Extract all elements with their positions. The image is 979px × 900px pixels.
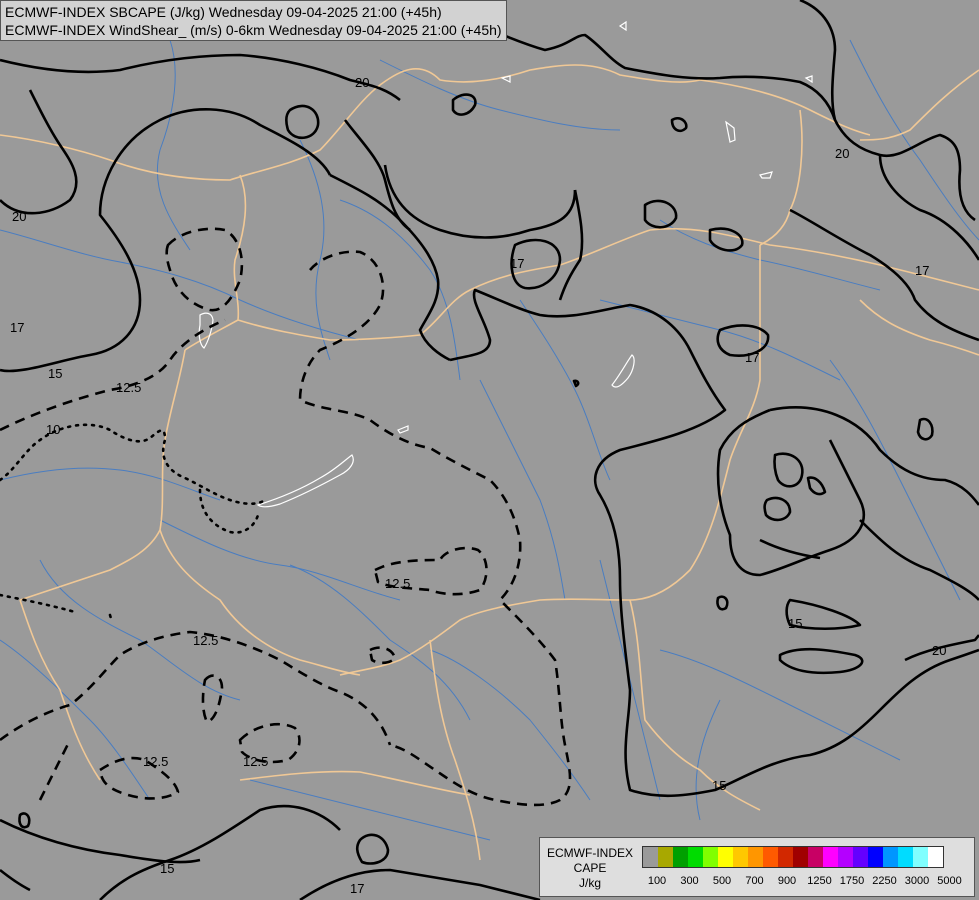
contour-label: 15 — [788, 616, 802, 631]
legend-swatch — [883, 847, 898, 867]
lakes — [198, 20, 813, 508]
contour-label: 12.5 — [385, 576, 410, 591]
legend-tick-label: 2250 — [872, 875, 897, 887]
contour-label: 20 — [355, 75, 369, 90]
legend-swatch — [688, 847, 703, 867]
dashed-contours — [0, 227, 572, 807]
legend-swatch — [838, 847, 853, 867]
lake-small-2 — [611, 354, 635, 388]
legend-swatch — [733, 847, 748, 867]
contour-label: 12.5 — [193, 633, 218, 648]
legend-title-param: CAPE — [573, 861, 607, 875]
contour-label: 12.5 — [143, 754, 168, 769]
legend-color-scale — [642, 846, 944, 868]
legend-swatch — [868, 847, 883, 867]
legend-swatch — [778, 847, 793, 867]
legend-swatch — [763, 847, 778, 867]
contour-labels: 20 20 20 20 17 17 17 17 17 15 15 15 15 1… — [10, 75, 946, 896]
legend-swatch — [898, 847, 913, 867]
legend-swatch — [658, 847, 673, 867]
legend-swatch — [748, 847, 763, 867]
legend-swatch — [853, 847, 868, 867]
contour-label: 15 — [48, 366, 62, 381]
legend-swatch — [928, 847, 943, 867]
legend-tick-label: 500 — [712, 875, 732, 887]
legend-swatch — [643, 847, 658, 867]
legend-swatch — [703, 847, 718, 867]
contour-label: 17 — [10, 320, 24, 335]
legend-title-model: ECMWF-INDEX — [547, 846, 633, 860]
contour-label: 12.5 — [243, 754, 268, 769]
title-windshear: ECMWF-INDEX WindShear_ (m/s) 0-6km Wedne… — [5, 22, 502, 38]
legend-swatch — [823, 847, 838, 867]
title-sbcape: ECMWF-INDEX SBCAPE (J/kg) Wednesday 09-0… — [5, 4, 442, 20]
legend-swatch — [793, 847, 808, 867]
contour-label: 15 — [160, 861, 174, 876]
legend-swatch — [913, 847, 928, 867]
legend-swatch — [718, 847, 733, 867]
legend-tick-label: 1250 — [807, 875, 832, 887]
legend-tick-label: 700 — [745, 875, 764, 887]
legend-tick-label: 300 — [680, 875, 699, 887]
balaton-lake — [256, 454, 354, 508]
contour-label: 10 — [46, 422, 60, 437]
weather-map: 20 20 20 20 17 17 17 17 17 15 15 15 15 1… — [0, 0, 979, 900]
contour-label: 20 — [835, 146, 849, 161]
contour-label: 12.5 — [116, 380, 141, 395]
contour-label: 20 — [12, 209, 26, 224]
legend-tick-label: 3000 — [904, 875, 930, 887]
contour-label: 17 — [745, 350, 759, 365]
contour-label: 17 — [510, 256, 524, 271]
contour-label: 17 — [350, 881, 364, 896]
cape-legend: ECMWF-INDEX CAPE J/kg 100 300 500 700 900 125… — [539, 837, 975, 897]
country-borders — [0, 64, 979, 861]
legend-tick-label: 1750 — [839, 875, 865, 887]
legend-ticks: 100 300 500 700 900 1250 1750 2250 3000 5000 — [642, 875, 972, 889]
legend-swatch — [673, 847, 688, 867]
dotted-contours — [0, 423, 267, 624]
contour-label: 15 — [712, 778, 726, 793]
legend-tick-label: 100 — [647, 875, 667, 887]
legend-tick-label: 900 — [777, 875, 797, 887]
legend-tick-label: 5000 — [937, 875, 962, 887]
contour-label: 20 — [932, 643, 946, 658]
contour-label: 17 — [915, 263, 929, 278]
legend-title-unit: J/kg — [578, 876, 601, 890]
legend-swatch — [808, 847, 823, 867]
map-title-box: ECMWF-INDEX SBCAPE (J/kg) Wednesday 09-0… — [0, 0, 507, 41]
legend-title: ECMWF-INDEX CAPE J/kg — [544, 846, 636, 891]
